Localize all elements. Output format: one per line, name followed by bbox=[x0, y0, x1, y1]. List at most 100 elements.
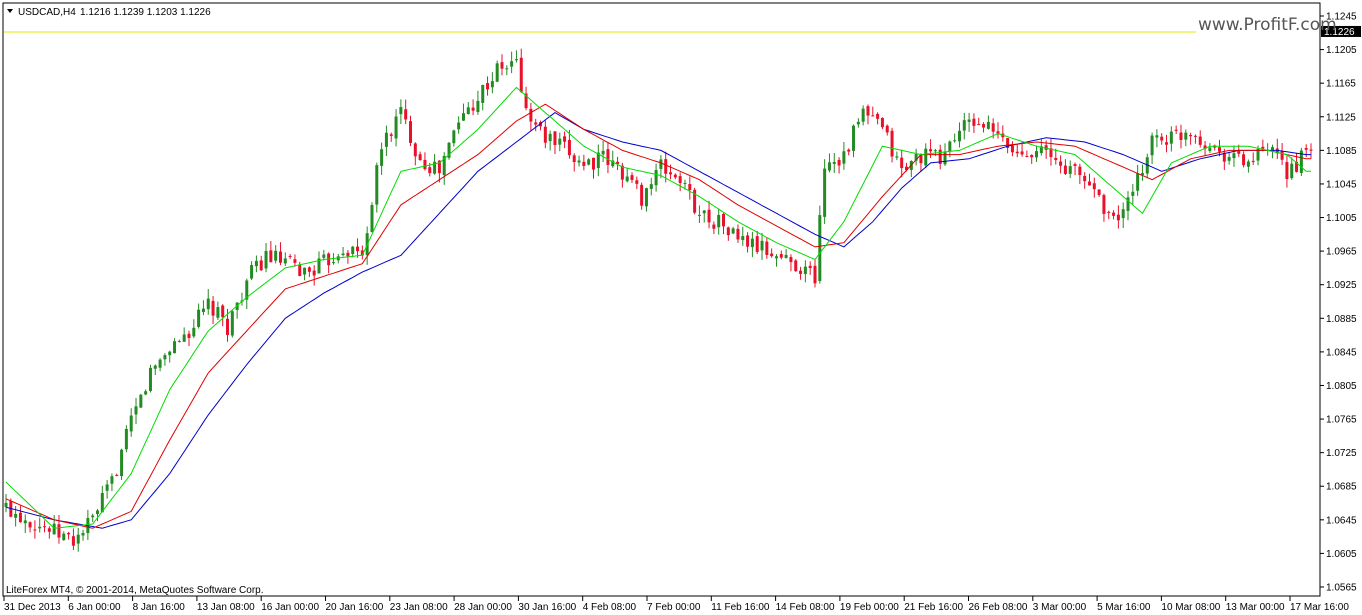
candle bbox=[630, 172, 634, 184]
candle bbox=[187, 330, 191, 347]
candle bbox=[601, 140, 605, 162]
candle bbox=[591, 157, 595, 179]
candle bbox=[972, 113, 976, 133]
candle bbox=[177, 339, 181, 343]
y-tick-label: 1.1085 bbox=[1326, 146, 1357, 157]
candle bbox=[784, 249, 788, 259]
candle bbox=[505, 65, 509, 76]
candle bbox=[611, 150, 615, 168]
candle bbox=[264, 243, 268, 273]
candle bbox=[230, 310, 234, 338]
candle bbox=[529, 102, 533, 132]
candle bbox=[770, 248, 774, 258]
candle bbox=[534, 118, 538, 132]
candle bbox=[543, 120, 547, 149]
candle bbox=[1136, 164, 1140, 196]
price-chart[interactable]: 1.12451.12051.11651.11251.10851.10451.10… bbox=[0, 0, 1362, 615]
candle bbox=[1116, 205, 1120, 229]
candle bbox=[375, 162, 379, 213]
candle bbox=[91, 513, 95, 523]
candle bbox=[307, 266, 311, 277]
candle bbox=[1285, 155, 1289, 188]
candle bbox=[394, 109, 398, 147]
candle bbox=[880, 117, 884, 130]
x-tick-label: 16 Jan 00:00 bbox=[261, 602, 319, 613]
candle bbox=[399, 99, 403, 124]
candle bbox=[269, 241, 273, 263]
candle bbox=[4, 494, 8, 513]
x-tick-label: 11 Feb 16:00 bbox=[711, 602, 770, 613]
candle bbox=[1121, 202, 1125, 229]
candle bbox=[1020, 143, 1024, 157]
candle bbox=[110, 473, 114, 492]
candle bbox=[606, 141, 610, 174]
candle bbox=[1174, 125, 1178, 135]
candle bbox=[1025, 150, 1029, 158]
candle bbox=[57, 515, 61, 544]
candle bbox=[495, 60, 499, 83]
candle bbox=[1131, 184, 1135, 205]
candle bbox=[380, 142, 384, 175]
x-tick-label: 30 Jan 16:00 bbox=[518, 602, 576, 613]
candle bbox=[52, 514, 56, 535]
candle bbox=[447, 141, 451, 160]
candle bbox=[457, 116, 461, 134]
candle bbox=[500, 54, 504, 76]
candle bbox=[423, 152, 427, 171]
candle bbox=[582, 154, 586, 171]
candle bbox=[76, 527, 80, 552]
candle bbox=[842, 142, 846, 170]
candle bbox=[259, 255, 263, 271]
candle bbox=[312, 265, 316, 286]
candle bbox=[1160, 133, 1164, 145]
candle bbox=[43, 520, 47, 533]
candle bbox=[100, 485, 104, 513]
candle bbox=[452, 129, 456, 147]
candle bbox=[678, 172, 682, 192]
x-tick-label: 28 Jan 00:00 bbox=[454, 602, 512, 613]
candle bbox=[702, 210, 706, 223]
candle bbox=[977, 117, 981, 126]
candle bbox=[654, 163, 658, 192]
candle bbox=[245, 278, 249, 310]
candle bbox=[192, 319, 196, 339]
candle bbox=[717, 208, 721, 235]
x-tick-label: 10 Mar 08:00 bbox=[1161, 602, 1220, 613]
candle bbox=[274, 245, 278, 264]
y-tick-label: 1.0725 bbox=[1326, 448, 1357, 459]
candle bbox=[813, 259, 817, 288]
candle bbox=[153, 364, 157, 375]
candle bbox=[577, 155, 581, 167]
candle bbox=[288, 253, 292, 260]
candle bbox=[1266, 143, 1270, 156]
y-tick-label: 1.0645 bbox=[1326, 515, 1357, 526]
candle bbox=[168, 350, 172, 363]
candle bbox=[18, 505, 22, 523]
candle bbox=[1227, 152, 1231, 165]
candle bbox=[1184, 129, 1188, 147]
ma-fast-line bbox=[5, 86, 1311, 529]
candle bbox=[1150, 132, 1154, 165]
x-tick-label: 17 Mar 16:00 bbox=[1290, 602, 1349, 613]
candle bbox=[370, 202, 374, 233]
candle bbox=[866, 104, 870, 125]
candle bbox=[1010, 141, 1014, 157]
candle bbox=[461, 103, 465, 121]
candle bbox=[673, 173, 677, 180]
x-tick-label: 3 Mar 00:00 bbox=[1033, 602, 1087, 613]
symbol-dropdown-icon[interactable] bbox=[7, 9, 13, 13]
candle bbox=[1218, 139, 1222, 157]
candles-layer bbox=[4, 48, 1313, 552]
candle bbox=[837, 157, 841, 174]
x-tick-label: 13 Jan 08:00 bbox=[197, 602, 255, 613]
watermark: www.ProfitF.com bbox=[1198, 15, 1337, 35]
y-tick-label: 1.0965 bbox=[1326, 247, 1357, 258]
candle bbox=[38, 517, 42, 533]
candle bbox=[1126, 191, 1130, 221]
candle bbox=[852, 124, 856, 158]
y-tick-label: 1.0805 bbox=[1326, 381, 1357, 392]
candle bbox=[33, 520, 37, 539]
candle bbox=[938, 144, 942, 170]
candle bbox=[254, 255, 258, 273]
candle bbox=[481, 84, 485, 111]
